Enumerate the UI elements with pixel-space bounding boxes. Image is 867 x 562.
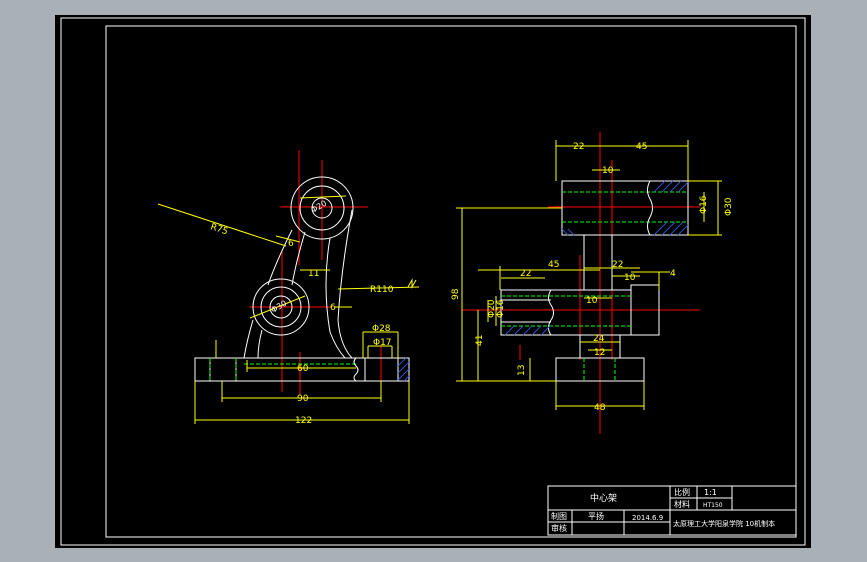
dim-90: 90 [297,394,309,404]
dim-phi28: Φ28 [372,324,391,334]
material-value: HT150 [703,502,723,509]
dim-60: 60 [297,364,309,374]
dim-22-mid: 22 [612,260,623,270]
drawing-paper [55,15,811,548]
material-label: 材料 [674,499,690,509]
dim-6-upper: 6 [288,239,294,249]
dim-45-top: 45 [636,142,647,152]
dim-45-mid: 45 [548,260,559,270]
dim-98: 98 [451,288,461,300]
dim-phi17: Φ17 [373,338,392,348]
dim-22-left: 22 [520,269,531,279]
drawing-date: 2014.6.9 [632,514,663,522]
dim-11: 11 [308,269,319,279]
dim-phi16-left: Φ16 [496,299,506,318]
dim-24: 24 [593,334,605,344]
dim-41: 41 [475,335,485,346]
dim-10-top: 10 [602,166,614,176]
dim-22-top: 22 [573,142,584,152]
dim-12: 12 [594,348,605,358]
dim-phi16-top: Φ16 [699,195,709,214]
dim-phi30-top: Φ30 [724,197,734,216]
dim-4: 4 [670,269,676,279]
school-name: 太原理工大学阳泉学院 10机制本 [673,519,775,528]
drawing-canvas: R75 R110 Φ20 Φ30 6 11 6 Φ28 Φ17 60 90 12… [55,15,811,548]
dim-48: 48 [594,403,606,413]
checked-label: 审核 [551,523,567,533]
dim-10-right: 10 [624,273,636,283]
dim-r110: R110 [370,285,394,295]
part-name: 中心架 [590,492,617,504]
dim-13: 13 [517,365,527,376]
scale-label: 比例 [674,487,690,497]
dim-6-lower: 6 [330,303,336,313]
dim-10-mid: 10 [586,296,598,306]
drawn-label: 制图 [551,511,567,521]
dim-122: 122 [295,416,312,426]
scale-value: 1:1 [704,488,717,497]
drawn-name: 平扬 [588,511,604,521]
